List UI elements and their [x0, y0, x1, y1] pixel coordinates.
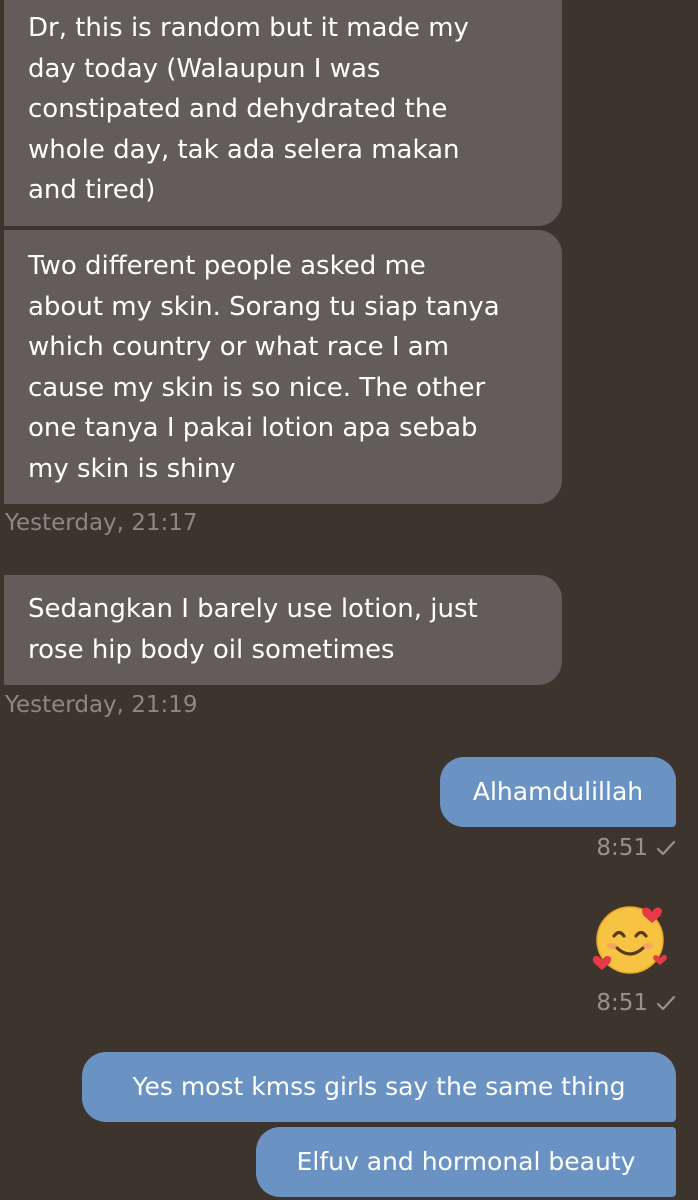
- sent-check-icon: [656, 840, 676, 856]
- message-status: 8:51: [596, 990, 676, 1016]
- outgoing-message[interactable]: Alhamdulillah: [440, 757, 676, 827]
- smiling-face-with-hearts-icon[interactable]: [588, 898, 672, 982]
- incoming-message[interactable]: Sedangkan I barely use lotion, just rose…: [4, 575, 562, 685]
- sent-check-icon: [656, 995, 676, 1011]
- message-timestamp: 8:51: [596, 835, 648, 861]
- outgoing-message[interactable]: Elfuv and hormonal beauty: [256, 1127, 676, 1197]
- message-timestamp: 8:51: [596, 990, 648, 1016]
- incoming-message[interactable]: Two different people asked me about my s…: [4, 230, 562, 504]
- message-timestamp: Yesterday, 21:19: [5, 692, 198, 718]
- message-timestamp: Yesterday, 21:17: [5, 510, 198, 536]
- message-status: 8:51: [596, 835, 676, 861]
- incoming-message[interactable]: Dr, this is random but it made my day to…: [4, 0, 562, 226]
- outgoing-message[interactable]: Yes most kmss girls say the same thing: [82, 1052, 676, 1122]
